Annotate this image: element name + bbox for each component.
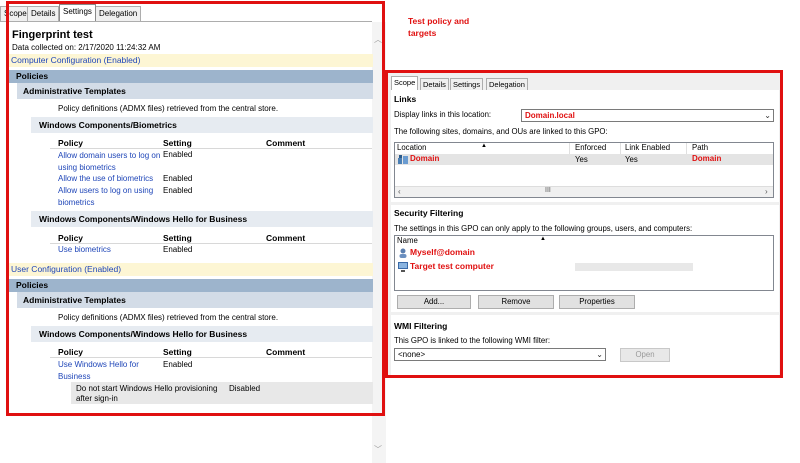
policy-link[interactable]: Allow domain users to log on using biome… bbox=[58, 150, 160, 174]
header-link-enabled[interactable]: Link Enabled bbox=[623, 143, 687, 154]
column-policy: Policy bbox=[58, 233, 84, 243]
policy-setting-value: Enabled bbox=[163, 150, 193, 159]
scroll-thumb[interactable]: III bbox=[545, 187, 551, 194]
hello-section-header[interactable]: Windows Components/Windows Hello for Bus… bbox=[31, 211, 373, 227]
column-policy: Policy bbox=[58, 138, 84, 148]
tab-divider bbox=[0, 21, 372, 22]
link-enforced: Yes bbox=[575, 155, 588, 164]
column-comment: Comment bbox=[266, 138, 306, 148]
sort-up-icon: ▲ bbox=[540, 236, 546, 242]
wmi-title: WMI Filtering bbox=[394, 321, 448, 331]
user-policies-header[interactable]: Policies bbox=[9, 279, 373, 292]
biometrics-section-header[interactable]: Windows Components/Biometrics bbox=[31, 117, 373, 133]
security-title: Security Filtering bbox=[394, 208, 464, 218]
column-comment: Comment bbox=[266, 347, 306, 357]
domain-icon bbox=[398, 155, 408, 164]
sub-setting-value: Disabled bbox=[229, 384, 261, 393]
policy-link[interactable]: Allow users to log on using biometrics bbox=[58, 185, 153, 209]
computer-icon bbox=[398, 262, 408, 272]
policy-setting-value: Enabled bbox=[163, 245, 193, 254]
security-filtering-panel: Security Filtering The settings in this … bbox=[391, 205, 779, 312]
computer-policies-header[interactable]: Policies bbox=[9, 70, 373, 83]
links-panel: Links Display links in this location: Do… bbox=[391, 90, 779, 202]
user-hello-section-header[interactable]: Windows Components/Windows Hello for Bus… bbox=[31, 326, 373, 342]
user-icon bbox=[398, 248, 408, 258]
list-item[interactable]: Myself@domain bbox=[395, 247, 773, 259]
tab-settings[interactable]: Settings bbox=[450, 78, 484, 90]
policy-link[interactable]: Allow the use of biometrics bbox=[58, 173, 153, 185]
scroll-left-icon[interactable]: ‹ bbox=[398, 187, 401, 196]
redacted-region bbox=[575, 263, 693, 271]
policy-setting-value: Enabled bbox=[163, 186, 193, 195]
tab-details[interactable]: Details bbox=[420, 78, 449, 90]
column-policy: Policy bbox=[58, 347, 84, 357]
computer-admin-templates-header[interactable]: Administrative Templates bbox=[17, 83, 373, 99]
wmi-filter-dropdown[interactable]: <none> ⌄ bbox=[394, 348, 606, 361]
policy-setting-value: Enabled bbox=[163, 174, 193, 183]
header-name[interactable]: Name bbox=[395, 236, 773, 247]
user-admin-templates-header[interactable]: Administrative Templates bbox=[17, 292, 373, 308]
chevron-down-icon[interactable]: ⌄ bbox=[764, 110, 771, 121]
report-vertical-scrollbar[interactable]: ︿ ﹀ bbox=[372, 22, 386, 463]
links-horizontal-scrollbar[interactable]: ‹ III › bbox=[395, 186, 773, 197]
column-setting: Setting bbox=[163, 347, 192, 357]
tab-delegation[interactable]: Delegation bbox=[95, 6, 142, 21]
display-links-label: Display links in this location: bbox=[394, 110, 492, 119]
location-dropdown[interactable]: Domain.local ⌄ bbox=[521, 109, 774, 122]
tab-settings[interactable]: Settings bbox=[59, 4, 96, 21]
open-button[interactable]: Open bbox=[620, 348, 670, 362]
chevron-down-icon[interactable]: ⌄ bbox=[596, 349, 603, 360]
security-note: The settings in this GPO can only apply … bbox=[394, 224, 693, 233]
remove-button[interactable]: Remove bbox=[478, 295, 554, 309]
column-divider bbox=[50, 357, 372, 358]
column-setting: Setting bbox=[163, 233, 192, 243]
gpo-report-pane: Scope Details Settings Delegation ︿ ﹀ Fi… bbox=[0, 0, 386, 463]
column-setting: Setting bbox=[163, 138, 192, 148]
properties-button[interactable]: Properties bbox=[559, 295, 635, 309]
scroll-up-icon[interactable]: ︿ bbox=[374, 34, 382, 45]
gpo-scope-dialog: Scope Details Settings Delegation Links … bbox=[388, 72, 782, 378]
linked-note: The following sites, domains, and OUs ar… bbox=[394, 127, 608, 136]
user-configuration-header[interactable]: User Configuration (Enabled) bbox=[9, 263, 373, 276]
security-listview[interactable]: Name ▲ Myself@domain Target test compute… bbox=[394, 235, 774, 291]
user-admx-note: Policy definitions (ADMX files) retrieve… bbox=[58, 313, 279, 322]
wmi-note: This GPO is linked to the following WMI … bbox=[394, 336, 550, 345]
table-row[interactable]: Domain Yes Yes Domain bbox=[395, 154, 773, 165]
computer-configuration-header[interactable]: Computer Configuration (Enabled) bbox=[9, 54, 373, 67]
links-listview[interactable]: Location ▲ Enforced Link Enabled Path Do… bbox=[394, 142, 774, 198]
link-path: Domain bbox=[692, 154, 722, 163]
column-divider bbox=[50, 148, 372, 149]
tab-scope[interactable]: Scope bbox=[391, 76, 419, 90]
policy-setting-value: Enabled bbox=[163, 360, 193, 369]
report-title: Fingerprint test bbox=[12, 29, 93, 41]
scroll-right-icon[interactable]: › bbox=[765, 187, 768, 196]
link-location: Domain bbox=[410, 154, 440, 163]
links-title: Links bbox=[394, 94, 417, 104]
add-button[interactable]: Add... bbox=[397, 295, 471, 309]
data-collected-timestamp: Data collected on: 2/17/2020 11:24:32 AM bbox=[12, 43, 161, 52]
computer-admx-note: Policy definitions (ADMX files) retrieve… bbox=[58, 104, 279, 113]
tab-delegation[interactable]: Delegation bbox=[486, 78, 528, 90]
scroll-down-icon[interactable]: ﹀ bbox=[374, 444, 382, 455]
annotation-label: Test policy and targets bbox=[408, 16, 470, 38]
policy-link[interactable]: Use biometrics bbox=[58, 244, 111, 256]
wmi-filtering-panel: WMI Filtering This GPO is linked to the … bbox=[391, 315, 779, 375]
sub-setting-label: Do not start Windows Hello provisioning … bbox=[76, 384, 218, 403]
header-enforced[interactable]: Enforced bbox=[573, 143, 621, 154]
link-enabled: Yes bbox=[625, 155, 638, 164]
policy-link[interactable]: Use Windows Hello for Business bbox=[58, 359, 139, 383]
tab-details[interactable]: Details bbox=[27, 6, 60, 21]
sort-up-icon: ▲ bbox=[481, 143, 487, 149]
security-entry: Myself@domain bbox=[410, 247, 475, 257]
security-entry: Target test computer bbox=[410, 261, 494, 271]
column-comment: Comment bbox=[266, 233, 306, 243]
header-path[interactable]: Path bbox=[690, 143, 773, 154]
list-item[interactable]: Target test computer bbox=[395, 261, 773, 273]
